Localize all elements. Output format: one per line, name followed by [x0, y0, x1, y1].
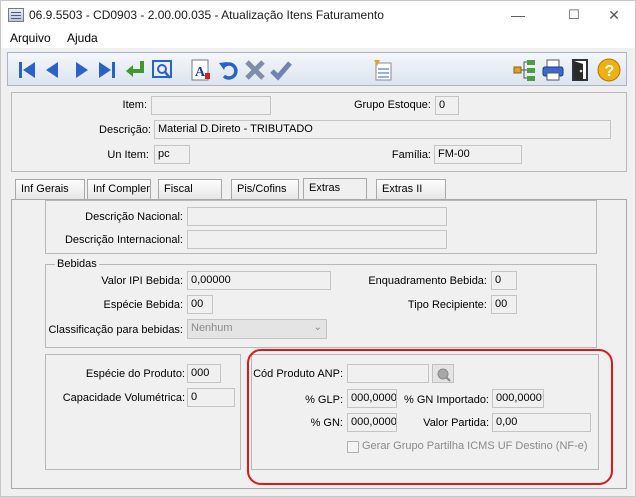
help-icon[interactable]: ? — [596, 57, 622, 83]
tab-extras[interactable]: Extras — [303, 178, 367, 199]
tipo-recipiente-label: Tipo Recipiente: — [407, 299, 487, 311]
title-bar: 06.9.5503 - CD0903 - 2.00.00.035 - Atual… — [0, 0, 636, 28]
familia-label: Família: — [391, 149, 431, 161]
enquadramento-bebida-label: Enquadramento Bebida: — [368, 275, 487, 287]
svg-text:?: ? — [605, 63, 615, 80]
menu-arquivo[interactable]: Arquivo — [10, 31, 51, 45]
grupo-estoque-label: Grupo Estoque: — [353, 99, 431, 111]
descricao-nacional-label: Descrição Nacional: — [85, 211, 183, 223]
exit-icon[interactable] — [568, 57, 594, 83]
valor-ipi-bebida-label: Valor IPI Bebida: — [101, 275, 183, 287]
especie-bebida-field[interactable]: 00 — [187, 295, 213, 314]
especie-produto-label: Espécie do Produto: — [85, 368, 185, 380]
previous-icon[interactable] — [40, 57, 66, 83]
descricao-label: Descrição: — [99, 124, 151, 136]
toolbar: A ? — [7, 52, 627, 86]
menu-ajuda[interactable]: Ajuda — [67, 31, 98, 45]
un-item-label: Un Item: — [107, 149, 149, 161]
toolbar-area: A ? — [0, 48, 636, 88]
descricao-internacional-label: Descrição Internacional: — [64, 234, 183, 246]
delete-icon[interactable] — [242, 57, 268, 83]
un-item-field[interactable]: pc — [154, 145, 190, 164]
descricao-internacional-field[interactable] — [187, 230, 447, 249]
menu-bar: Arquivo Ajuda — [0, 28, 636, 48]
next-icon[interactable] — [68, 57, 94, 83]
highlight-annotation — [247, 349, 613, 485]
font-icon[interactable]: A — [188, 57, 214, 83]
capacidade-volumetrica-label: Capacidade Volumétrica: — [62, 392, 185, 404]
tab-fiscal[interactable]: Fiscal — [158, 179, 222, 199]
close-button[interactable]: ✕ — [591, 1, 636, 29]
descricao-nacional-field[interactable] — [187, 207, 447, 226]
tab-pis-cofins[interactable]: Pis/Cofins — [231, 179, 299, 199]
confirm-icon[interactable] — [268, 57, 294, 83]
tab-inf-complem[interactable]: Inf Complem — [87, 179, 151, 199]
goto-icon[interactable] — [122, 57, 148, 83]
item-field[interactable] — [151, 96, 271, 115]
spreadsheet-icon[interactable] — [370, 57, 396, 83]
minimize-button[interactable]: — — [495, 1, 541, 29]
item-label: Item: — [122, 99, 147, 111]
valor-ipi-bebida-field[interactable]: 0,00000 — [187, 271, 331, 290]
print-icon[interactable] — [540, 57, 566, 83]
first-icon[interactable] — [14, 57, 40, 83]
search-icon[interactable] — [150, 57, 176, 83]
last-icon[interactable] — [94, 57, 120, 83]
hierarchy-icon[interactable] — [512, 57, 538, 83]
familia-field[interactable]: FM-00 — [434, 145, 522, 164]
especie-produto-field[interactable]: 000 — [187, 364, 221, 383]
chevron-down-icon: ⌄ — [313, 322, 322, 333]
enquadramento-bebida-field[interactable]: 0 — [491, 271, 517, 290]
tab-inf-gerais[interactable]: Inf Gerais — [15, 179, 85, 199]
especie-bebida-label: Espécie Bebida: — [103, 299, 184, 311]
tipo-recipiente-field[interactable]: 00 — [491, 295, 517, 314]
grupo-estoque-field[interactable]: 0 — [435, 96, 459, 115]
undo-icon[interactable] — [216, 57, 242, 83]
svg-text:A: A — [195, 65, 206, 80]
classificacao-bebidas-value: Nenhum — [191, 322, 233, 334]
classificacao-bebidas-label: Classificação para bebidas: — [48, 324, 183, 336]
tab-extras-ii[interactable]: Extras II — [376, 179, 446, 199]
app-icon — [8, 8, 24, 22]
capacidade-volumetrica-field[interactable]: 0 — [187, 388, 235, 407]
main-panel: Item: Grupo Estoque: 0 Descrição: Materi… — [0, 88, 636, 497]
classificacao-bebidas-select[interactable]: Nenhum ⌄ — [187, 319, 327, 339]
descricao-field[interactable]: Material D.Direto - TRIBUTADO — [154, 120, 611, 139]
bebidas-group-title: Bebidas — [55, 258, 99, 270]
window-title: 06.9.5503 - CD0903 - 2.00.00.035 - Atual… — [29, 8, 384, 22]
